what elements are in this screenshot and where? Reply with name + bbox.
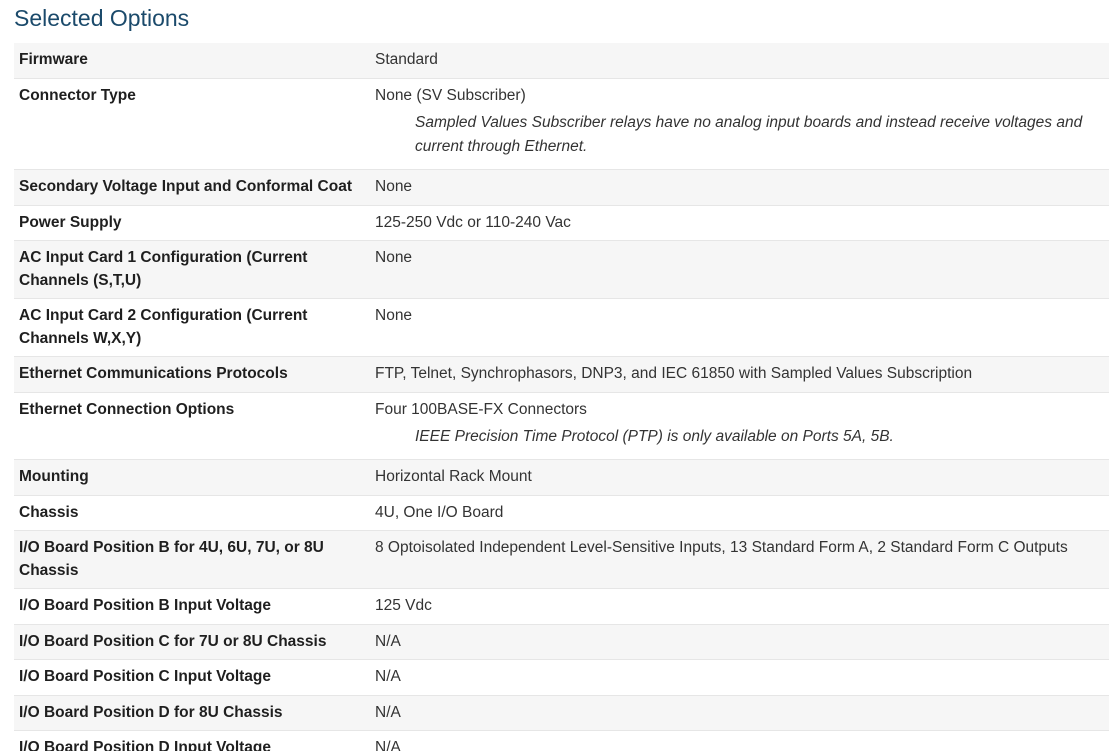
option-row-mounting: Mounting Horizontal Rack Mount: [14, 459, 1109, 495]
option-value: N/A: [375, 632, 401, 650]
option-row-io-board-d-voltage: I/O Board Position D Input Voltage N/A: [14, 730, 1109, 751]
option-label: Power Supply: [14, 205, 370, 241]
option-value-cell: None: [370, 169, 1109, 205]
section-title: Selected Options: [14, 5, 190, 31]
option-value-cell: N/A: [370, 659, 1109, 695]
option-row-firmware: Firmware Standard: [14, 43, 1109, 78]
option-value-cell: FTP, Telnet, Synchrophasors, DNP3, and I…: [370, 356, 1109, 392]
option-value-cell: None: [370, 240, 1109, 299]
option-value-cell: 125 Vdc: [370, 588, 1109, 624]
option-value-cell: Standard: [370, 43, 1109, 78]
option-value: 4U, One I/O Board: [375, 503, 504, 521]
option-value: None: [375, 307, 413, 324]
option-label: I/O Board Position D Input Voltage: [14, 730, 370, 751]
option-row-ac-input-card-1: AC Input Card 1 Configuration (Current C…: [14, 240, 1109, 299]
option-row-ethernet-protocols: Ethernet Communications Protocols FTP, T…: [14, 356, 1109, 392]
option-row-ac-input-card-2: AC Input Card 2 Configuration (Current C…: [14, 298, 1109, 357]
option-value-cell: Horizontal Rack Mount: [370, 459, 1109, 495]
option-value-cell: N/A: [370, 624, 1109, 660]
option-value-cell: Four 100BASE-FX Connectors IEEE Precisio…: [370, 392, 1109, 460]
option-label: I/O Board Position B Input Voltage: [14, 588, 370, 624]
option-label: Ethernet Communications Protocols: [14, 356, 370, 392]
option-row-secondary-voltage: Secondary Voltage Input and Conformal Co…: [14, 169, 1109, 205]
option-value: Four 100BASE-FX Connectors: [375, 400, 587, 418]
option-value-cell: None (SV Subscriber) Sampled Values Subs…: [370, 78, 1109, 170]
option-value: 125-250 Vdc or 110-240 Vac: [375, 213, 571, 231]
option-label: Firmware: [14, 43, 370, 78]
option-value-cell: N/A: [370, 730, 1109, 751]
option-label: Secondary Voltage Input and Conformal Co…: [14, 169, 370, 205]
option-value: None: [375, 249, 413, 266]
option-row-io-board-b-voltage: I/O Board Position B Input Voltage 125 V…: [14, 588, 1109, 624]
option-label: AC Input Card 2 Configuration (Current C…: [14, 298, 370, 357]
option-row-io-board-c-voltage: I/O Board Position C Input Voltage N/A: [14, 659, 1109, 695]
page: Selected Options Firmware Standard Conne…: [0, 0, 1114, 751]
option-value: 125 Vdc: [375, 597, 432, 614]
option-label: AC Input Card 1 Configuration (Current C…: [14, 240, 370, 299]
option-label: I/O Board Position D for 8U Chassis: [14, 695, 370, 731]
option-value: Horizontal Rack Mount: [375, 468, 532, 485]
option-label: Ethernet Connection Options: [14, 392, 370, 460]
option-value-cell: None: [370, 298, 1109, 357]
option-label: I/O Board Position C for 7U or 8U Chassi…: [14, 624, 370, 660]
option-row-power-supply: Power Supply 125-250 Vdc or 110-240 Vac: [14, 205, 1109, 241]
selected-options-table: Firmware Standard Connector Type None (S…: [14, 43, 1109, 751]
option-value-cell: 8 Optoisolated Independent Level-Sensiti…: [370, 530, 1109, 589]
option-value: N/A: [375, 703, 401, 721]
option-value-cell: N/A: [370, 695, 1109, 731]
option-value: None: [375, 178, 413, 195]
option-label: I/O Board Position B for 4U, 6U, 7U, or …: [14, 530, 370, 589]
option-row-io-board-c: I/O Board Position C for 7U or 8U Chassi…: [14, 624, 1109, 660]
option-label: Connector Type: [14, 78, 370, 170]
option-row-io-board-d: I/O Board Position D for 8U Chassis N/A: [14, 695, 1109, 731]
option-value: N/A: [375, 668, 401, 685]
option-row-ethernet-connection: Ethernet Connection Options Four 100BASE…: [14, 392, 1109, 460]
option-label: Chassis: [14, 495, 370, 531]
option-value: 8 Optoisolated Independent Level-Sensiti…: [375, 539, 1068, 556]
option-note: IEEE Precision Time Protocol (PTP) is on…: [415, 428, 894, 445]
option-value: N/A: [375, 739, 401, 751]
option-note: Sampled Values Subscriber relays have no…: [415, 114, 1083, 155]
option-value: Standard: [375, 51, 438, 68]
option-row-chassis: Chassis 4U, One I/O Board: [14, 495, 1109, 531]
option-value-cell: 4U, One I/O Board: [370, 495, 1109, 531]
option-value: None (SV Subscriber): [375, 86, 526, 104]
option-label: Mounting: [14, 459, 370, 495]
option-value-cell: 125-250 Vdc or 110-240 Vac: [370, 205, 1109, 241]
option-row-io-board-b: I/O Board Position B for 4U, 6U, 7U, or …: [14, 530, 1109, 589]
option-value: FTP, Telnet, Synchrophasors, DNP3, and I…: [375, 365, 973, 382]
option-label: I/O Board Position C Input Voltage: [14, 659, 370, 695]
option-row-connector-type: Connector Type None (SV Subscriber) Samp…: [14, 78, 1109, 170]
